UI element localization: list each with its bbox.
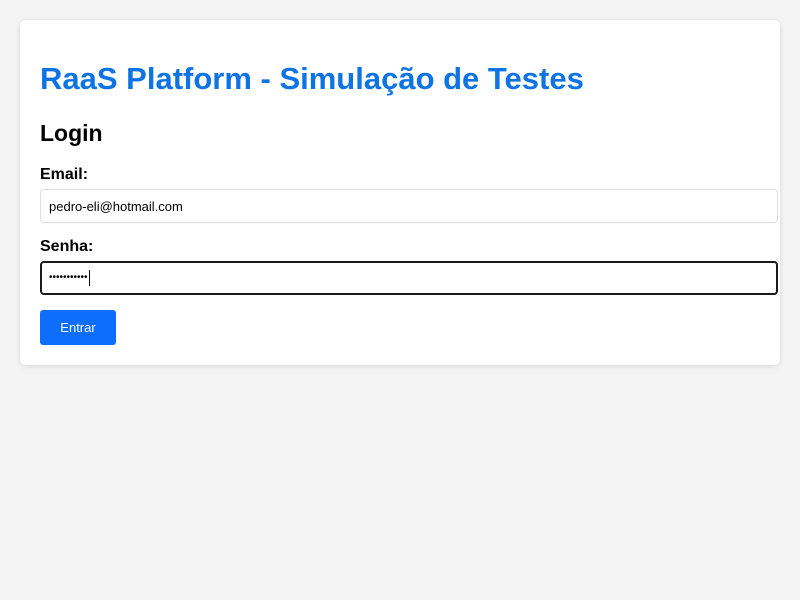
email-label: Email: bbox=[40, 166, 89, 183]
senha-label: Senha: bbox=[40, 238, 94, 255]
email-field[interactable]: pedro-eli@hotmail.com bbox=[40, 189, 778, 223]
login-heading: Login bbox=[40, 120, 103, 146]
senha-masked-value: ••••••••••• bbox=[49, 272, 88, 283]
page-title: RaaS Platform - Simulação de Testes bbox=[40, 61, 584, 96]
email-value: pedro-eli@hotmail.com bbox=[49, 198, 183, 214]
text-caret bbox=[88, 270, 90, 286]
entrar-button[interactable]: Entrar bbox=[40, 310, 116, 345]
senha-field[interactable]: ••••••••••• bbox=[40, 261, 778, 295]
login-card: RaaS Platform - Simulação de Testes Logi… bbox=[20, 20, 780, 365]
